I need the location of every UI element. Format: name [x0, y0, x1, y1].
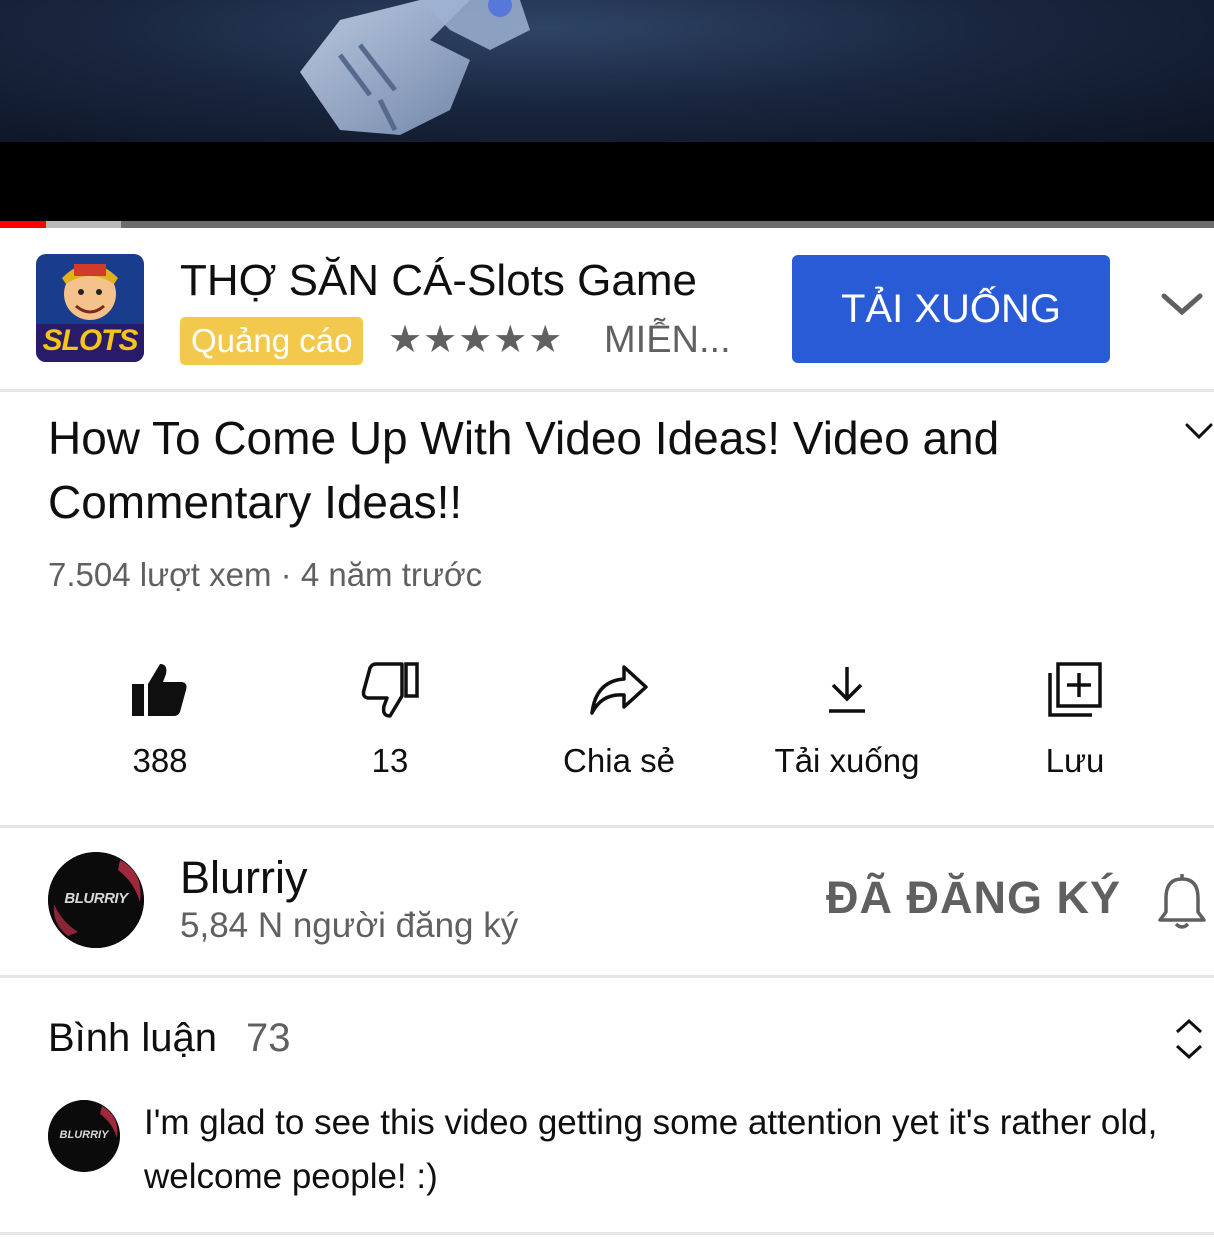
- progress-played: [0, 221, 47, 228]
- ad-title[interactable]: THỢ SĂN CÁ-Slots Game: [180, 256, 697, 306]
- comments-count: 73: [246, 1016, 291, 1060]
- dislike-count: 13: [371, 742, 409, 779]
- top-comment-text[interactable]: I'm glad to see this video getting some …: [144, 1096, 1204, 1204]
- save-label: Lưu: [1045, 742, 1105, 779]
- channel-avatar[interactable]: BLURRIY: [48, 852, 144, 948]
- divider: [0, 1232, 1214, 1235]
- subscriber-count: 5,84 N người đăng ký: [180, 906, 519, 945]
- divider: [0, 825, 1214, 828]
- channel-name[interactable]: Blurriy: [180, 852, 308, 904]
- ad-price: MIỄN...: [604, 319, 731, 361]
- channel-avatar-text: BLURRIY: [64, 890, 128, 907]
- commenter-avatar[interactable]: BLURRIY: [48, 1100, 120, 1172]
- video-meta: 7.504 lượt xem · 4 năm trước: [48, 556, 483, 593]
- dislike-button[interactable]: 13: [290, 650, 490, 780]
- thumbs-up-icon: [132, 664, 187, 716]
- download-label: Tải xuống: [774, 742, 920, 779]
- like-button[interactable]: 388: [60, 650, 260, 780]
- download-icon: [829, 667, 865, 713]
- save-button[interactable]: Lưu: [975, 650, 1175, 780]
- subscribed-button[interactable]: ĐÃ ĐĂNG KÝ: [826, 872, 1121, 924]
- share-icon: [590, 665, 648, 715]
- thumbs-down-icon: [361, 662, 419, 718]
- save-playlist-icon: [1048, 662, 1102, 717]
- chevron-down-icon[interactable]: [1160, 290, 1204, 318]
- like-count: 388: [132, 742, 188, 779]
- ad-install-button[interactable]: TẢI XUỐNG: [792, 255, 1110, 363]
- ad-badge: Quảng cáo: [180, 317, 364, 365]
- comments-title[interactable]: Bình luận: [48, 1016, 217, 1061]
- ad-app-icon[interactable]: SLOTS: [36, 254, 144, 362]
- ad-banner[interactable]: SLOTS THỢ SĂN CÁ-Slots Game Quảng cáo ★★…: [0, 228, 1214, 392]
- video-logo-graphic: [300, 0, 530, 135]
- share-button[interactable]: Chia sẻ: [519, 650, 719, 780]
- video-title[interactable]: How To Come Up With Video Ideas! Video a…: [48, 406, 1158, 534]
- ad-icon-text: SLOTS: [42, 324, 138, 357]
- bell-icon[interactable]: [1156, 870, 1208, 932]
- sort-icon[interactable]: [1174, 1018, 1204, 1060]
- share-label: Chia sẻ: [563, 742, 675, 779]
- ad-rating-stars: ★★★★★: [388, 319, 564, 361]
- commenter-avatar-text: BLURRIY: [59, 1129, 109, 1141]
- action-bar: 388 13 Chia sẻ Tải xuống Lưu: [0, 650, 1214, 800]
- video-progress-bar[interactable]: [0, 221, 1214, 228]
- video-frame: [0, 0, 1214, 142]
- download-button[interactable]: Tải xuống: [747, 650, 947, 780]
- divider: [0, 975, 1214, 978]
- expand-description-icon[interactable]: [1184, 420, 1214, 442]
- video-player[interactable]: [0, 0, 1214, 228]
